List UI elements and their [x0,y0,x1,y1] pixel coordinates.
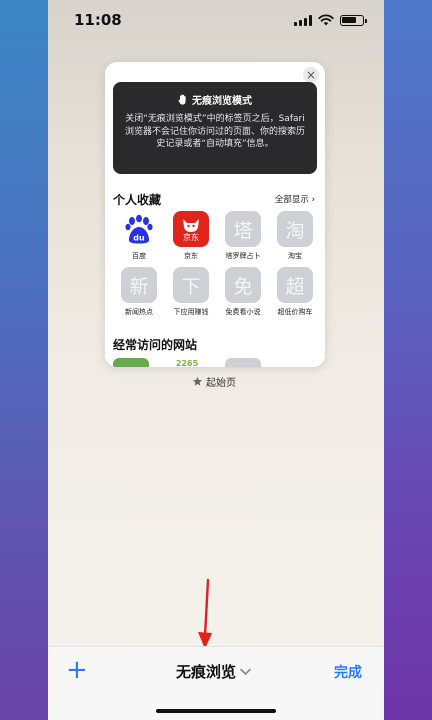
phone-screen: 11:08 × 无痕浏览模式 关闭“无痕浏览模式”中的标签页之后，Safari … [48,0,384,720]
battery-icon [340,14,367,26]
left-background [0,0,48,720]
favorite-tarot[interactable]: 塔 塔罗牌占卜 [217,211,269,261]
favorite-label: 塔罗牌占卜 [225,252,261,260]
hand-icon [178,94,186,105]
private-tab-card[interactable]: × 无痕浏览模式 关闭“无痕浏览模式”中的标签页之后，Safari 浏览器不会记… [105,62,325,367]
favorites-grid: du 百度 京东 京东 塔 塔罗牌占卜 淘 淘宝 新 新闻热点 下 下应用赚钱 … [113,211,321,317]
favorite-label: 京东 [184,252,198,260]
favorite-free-novel[interactable]: 免 免费看小说 [217,267,269,317]
favorite-label: 免费看小说 [225,308,261,316]
private-notice-description: 关闭“无痕浏览模式”中的标签页之后，Safari 浏览器不会记住你访问过的页面、… [124,114,305,149]
start-page-label: 起始页 [192,374,236,389]
wifi-icon [318,14,334,26]
star-icon [192,376,203,386]
frequent-site-tile[interactable] [113,358,149,367]
favorites-heading: 个人收藏 [113,193,162,207]
frequent-site-tile[interactable]: 2265 [169,358,205,367]
news-letter-icon: 新 [121,267,157,303]
novel-letter-icon: 免 [225,267,261,303]
svg-text:du: du [133,234,145,243]
tarot-letter-icon: 塔 [225,211,261,247]
home-indicator[interactable] [156,709,276,713]
red-arrow-annotation [198,578,212,649]
private-notice-title: 无痕浏览模式 [192,96,252,107]
chevron-right-icon: › [311,195,315,205]
baidu-paw-logo: du [125,214,153,244]
status-icons [294,14,367,26]
close-tab-button[interactable]: × [303,67,319,83]
chevron-down-icon [240,668,251,675]
cellular-signal-icon [294,14,312,26]
frequent-sites-heading: 经常访问的网站 [113,338,198,352]
status-bar: 11:08 [48,0,384,40]
private-notice-title-row: 无痕浏览模式 [113,92,317,107]
tab-group-selector[interactable]: 无痕浏览 [176,661,251,682]
favorite-label: 下应用赚钱 [173,308,209,316]
favorite-label: 淘宝 [288,252,302,260]
show-all-label: 全部显示 [274,195,309,205]
favorite-download-app[interactable]: 下 下应用赚钱 [165,267,217,317]
frequent-site-tile[interactable] [225,358,261,367]
new-tab-button[interactable]: + [66,657,88,683]
favorite-label: 新闻热点 [125,308,153,316]
favorite-baidu[interactable]: du 百度 [113,211,165,261]
jd-logo-text: 京东 [183,232,199,242]
plus-icon: + [66,655,88,685]
car-letter-icon: 超 [277,267,313,303]
start-page-text: 起始页 [206,378,236,389]
tab-group-label: 无痕浏览 [176,663,237,681]
jd-dog-logo [183,218,199,232]
show-all-link[interactable]: 全部显示 › [275,193,315,205]
favorite-car[interactable]: 超 超低价购车 [269,267,321,317]
battery-level [342,16,356,23]
jd-icon: 京东 [173,211,209,247]
close-icon: × [305,68,317,82]
bottom-toolbar: + 无痕浏览 完成 [48,646,384,720]
favorite-jd[interactable]: 京东 京东 [165,211,217,261]
taobao-letter-icon: 淘 [277,211,313,247]
favorite-label: 超低价购车 [277,308,313,316]
favorite-taobao[interactable]: 淘 淘宝 [269,211,321,261]
favorite-label: 百度 [132,252,146,260]
right-background [384,0,432,720]
baidu-icon: du [121,211,157,247]
private-mode-notice: 无痕浏览模式 关闭“无痕浏览模式”中的标签页之后，Safari 浏览器不会记住你… [113,82,317,174]
frequent-sites-row: 2265 [113,358,261,367]
favorite-news[interactable]: 新 新闻热点 [113,267,165,317]
done-button[interactable]: 完成 [334,662,362,682]
download-letter-icon: 下 [173,267,209,303]
status-time: 11:08 [74,11,122,29]
